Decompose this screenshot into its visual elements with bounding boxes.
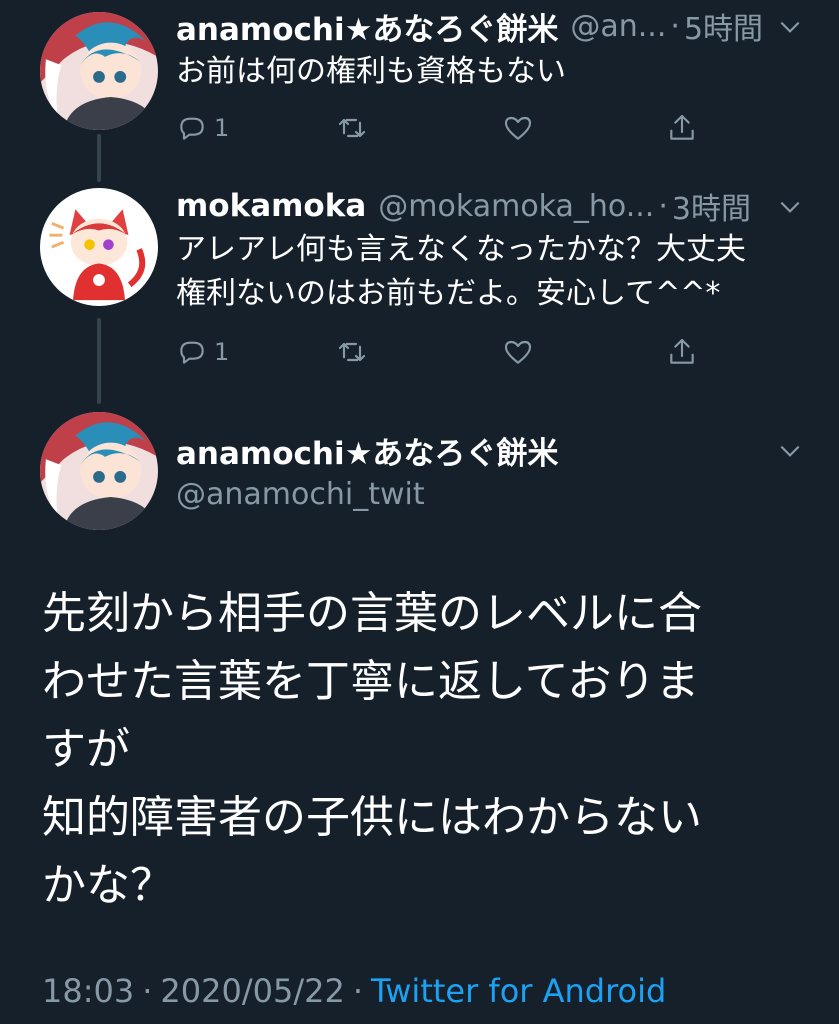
tweet-text-line: 権利ないのはお前もだよ。安心して^^* bbox=[176, 276, 721, 311]
display-name[interactable]: anamochi★あなろぐ餅米 bbox=[176, 6, 558, 47]
user-handle[interactable]: @anamochi_twit bbox=[176, 477, 425, 512]
separator-dot: · bbox=[658, 188, 668, 224]
tweet-text-line: 知的障害者の子供にはわからない bbox=[42, 792, 702, 843]
tweet-header: anamochi★あなろぐ餅米 @an... · 5時間 bbox=[176, 6, 799, 47]
separator-dot: · bbox=[142, 972, 153, 1010]
display-name[interactable]: anamochi★あなろぐ餅米 bbox=[176, 430, 558, 471]
chevron-down-icon[interactable] bbox=[777, 194, 803, 220]
tweet-header: mokamoka @mokamoka_ho... · 3時間 bbox=[176, 186, 799, 226]
reply-count: 1 bbox=[214, 338, 230, 366]
retweet-icon bbox=[338, 342, 366, 362]
share-button[interactable] bbox=[666, 332, 698, 372]
tweet-text-line: かな？ bbox=[42, 860, 174, 911]
reply-button[interactable]: 1 bbox=[176, 332, 229, 372]
tweet-time[interactable]: 18:03 bbox=[42, 972, 134, 1010]
thread-line bbox=[97, 134, 101, 182]
separator-dot: · bbox=[352, 972, 363, 1010]
avatar[interactable] bbox=[40, 188, 158, 306]
timestamp[interactable]: 5時間 bbox=[684, 6, 763, 46]
retweet-button[interactable] bbox=[336, 332, 368, 372]
chevron-down-icon[interactable] bbox=[777, 438, 803, 464]
like-icon bbox=[504, 116, 532, 140]
tweet-date[interactable]: 2020/05/22 bbox=[160, 972, 344, 1010]
like-button[interactable] bbox=[502, 108, 534, 148]
timestamp[interactable]: 3時間 bbox=[672, 186, 751, 226]
handle-row: @anamochi_twit bbox=[176, 474, 799, 514]
thread-line bbox=[97, 318, 101, 404]
reply-icon bbox=[180, 341, 204, 364]
avatar[interactable] bbox=[40, 412, 158, 530]
user-handle[interactable]: @mokamoka_ho... bbox=[378, 189, 654, 224]
tweet-text: お前は何の権利も資格もない bbox=[176, 54, 566, 89]
avatar[interactable] bbox=[40, 12, 158, 130]
client-link[interactable]: Twitter for Android bbox=[371, 972, 666, 1010]
action-bar: 1 bbox=[176, 108, 716, 148]
tweet-text-line: わせた言葉を丁寧に返しておりま bbox=[42, 656, 700, 707]
share-icon bbox=[670, 338, 694, 364]
display-name[interactable]: mokamoka bbox=[176, 188, 366, 224]
retweet-icon bbox=[338, 118, 366, 138]
action-bar: 1 bbox=[176, 332, 716, 372]
like-icon bbox=[504, 340, 532, 364]
tweet-text: アレアレ何も言えなくなったかな？大丈夫 権利ないのはお前もだよ。安心して^^* bbox=[176, 228, 809, 316]
share-icon bbox=[670, 114, 694, 140]
tweet-body: 先刻から相手の言葉のレベルに合 わせた言葉を丁寧に返しておりま すが 知的障害者… bbox=[42, 580, 799, 920]
retweet-button[interactable] bbox=[336, 108, 368, 148]
tweet-text-line: アレアレ何も言えなくなったかな？大丈夫 bbox=[176, 232, 746, 267]
like-button[interactable] bbox=[502, 332, 534, 372]
reply-icon bbox=[180, 117, 204, 140]
separator-dot: · bbox=[670, 8, 680, 44]
reply-button[interactable]: 1 bbox=[176, 108, 229, 148]
tweet-meta: 18:03 · 2020/05/22 · Twitter for Android bbox=[42, 966, 666, 1016]
reply-count: 1 bbox=[214, 114, 230, 142]
chevron-down-icon[interactable] bbox=[777, 14, 803, 40]
share-button[interactable] bbox=[666, 108, 698, 148]
user-handle[interactable]: @an... bbox=[570, 9, 666, 44]
tweet-text-line: 先刻から相手の言葉のレベルに合 bbox=[42, 588, 702, 639]
tweet-text-line: すが bbox=[42, 724, 130, 775]
tweet-header: anamochi★あなろぐ餅米 bbox=[176, 430, 799, 471]
